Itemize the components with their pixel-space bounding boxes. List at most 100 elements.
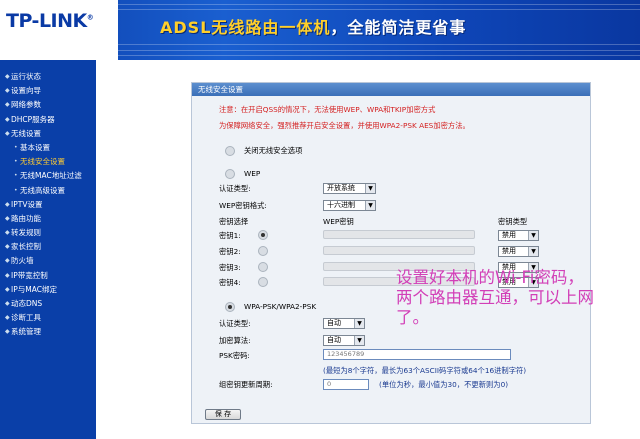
key-select-header: 密钥选择 [219,217,249,226]
wep-label: WEP [244,169,261,178]
chevron-down-icon: ▼ [528,231,538,240]
encryption-select[interactable]: 自动 ▼ [323,335,365,346]
sidebar-item-label: 家长控制 [11,242,41,252]
sidebar-item-11[interactable]: ◆ 转发规则 [0,226,96,240]
radio-wep[interactable] [225,169,235,179]
bullet-icon: ◆ [5,73,10,80]
logo: TP-LINK® [0,0,118,60]
chevron-down-icon: ▼ [354,336,364,345]
wireless-security-panel: 无线安全设置 注意：在开启QSS的情况下，无法使用WEP、WPA和TKIP加密方… [191,82,591,424]
sidebar-item-label: 动态DNS [11,299,43,308]
sidebar-item-label: 无线MAC地址过滤 [20,171,82,181]
sidebar-item-label: IP带宽控制 [11,270,48,280]
security-recommendation: 为保障网络安全，强烈推荐开启安全设置，并使用WPA2-PSK AES加密方法。 [219,121,470,130]
sidebar-item-label: 无线设置 [11,128,41,138]
bullet-icon: ◆ [5,101,10,109]
chevron-down-icon: ▼ [365,184,375,193]
banner-slogan: ADSL无线路由一体机，全能简洁更省事 [160,18,467,37]
sidebar-item-7[interactable]: • 无线MAC地址过滤 [0,169,96,183]
sidebar-item-3[interactable]: ◆ DHCP服务器 [0,113,96,127]
key-radio-3[interactable] [258,262,268,272]
sidebar-item-label: 路由功能 [11,213,41,223]
sidebar-item-0[interactable]: ◆ 运行状态 [0,70,96,84]
sidebar-item-label: IPTV设置 [11,199,43,209]
key-label-1: 密钥1: [219,231,241,240]
sidebar-item-label: 无线安全设置 [20,157,65,167]
sidebar-item-12[interactable]: ◆ 家长控制 [0,240,96,254]
sidebar-item-label: DHCP服务器 [11,114,55,124]
key-label-4: 密钥4: [219,278,241,287]
chevron-down-icon: ▼ [365,201,375,210]
bullet-icon: ◆ [5,257,10,265]
radio-wpa-psk[interactable] [225,302,235,312]
header: TP-LINK® ADSL无线路由一体机，全能简洁更省事 [0,0,640,60]
sidebar-item-label: 网络参数 [11,100,41,110]
key-radio-1[interactable] [258,230,268,240]
sidebar-item-9[interactable]: ◆ IPTV设置 [0,198,96,212]
sidebar-item-label: 设置向导 [11,86,41,96]
annotation-overlay: 设置好本机的Wi-Fi密码，两个路由器互通，可以上网了。 [396,268,594,327]
bullet-icon: ◆ [5,214,10,222]
sidebar-item-13[interactable]: ◆ 防火墙 [0,254,96,268]
key-type-select-2[interactable]: 禁用 ▼ [498,246,539,257]
key-radio-2[interactable] [258,246,268,256]
wpa-psk-label: WPA-PSK/WPA2-PSK [244,302,317,311]
sidebar-item-16[interactable]: ◆ 动态DNS [0,297,96,311]
psk-hint: (最短为8个字符，最长为63个ASCII码字符或64个16进制字符) [323,366,527,375]
bullet-icon: ◆ [5,129,10,137]
bullet-icon: • [14,186,18,194]
sidebar-item-1[interactable]: ◆ 设置向导 [0,84,96,98]
sidebar-item-15[interactable]: ◆ IP与MAC绑定 [0,283,96,297]
key-radio-4[interactable] [258,277,268,287]
radio-disable-security[interactable] [225,146,235,156]
wep-format-select[interactable]: 十六进制 ▼ [323,200,376,211]
wep-key-header: WEP密钥 [323,217,354,226]
bullet-icon: ◆ [5,200,10,208]
key-type-select-1[interactable]: 禁用 ▼ [498,230,539,241]
key-label-3: 密钥3: [219,263,241,272]
group-key-renew-label: 组密钥更新周期: [219,380,273,389]
group-key-renew-input[interactable]: 0 [323,379,369,390]
wep-key-field-1[interactable] [323,230,475,239]
sidebar-item-label: 系统管理 [11,327,41,337]
key-label-2: 密钥2: [219,247,241,256]
sidebar-item-label: 转发规则 [11,228,41,238]
bullet-icon: ◆ [5,285,10,293]
encryption-label: 加密算法: [219,336,251,345]
sidebar-item-14[interactable]: ◆ IP带宽控制 [0,269,96,283]
wep-format-label: WEP密钥格式: [219,201,267,210]
sidebar: ◆ 运行状态 ◆ 设置向导 ◆ 网络参数 ◆ DHCP服务器 ◆ 无线设置 • 基本设置 • 无线安全设置… [0,60,96,439]
wep-key-field-2[interactable] [323,246,475,255]
bullet-icon: ◆ [5,243,10,251]
sidebar-item-label: IP与MAC绑定 [11,284,57,294]
bullet-icon: • [14,172,18,180]
qss-note: 注意：在开启QSS的情况下，无法使用WEP、WPA和TKIP加密方式 [219,105,436,114]
sidebar-item-17[interactable]: ◆ 诊断工具 [0,311,96,325]
wpa-auth-type-select[interactable]: 自动 ▼ [323,318,365,329]
sidebar-item-4[interactable]: ◆ 无线设置 [0,127,96,141]
bullet-icon: ◆ [5,300,10,307]
panel-title: 无线安全设置 [192,83,590,96]
bullet-icon: ◆ [5,314,10,322]
sidebar-item-10[interactable]: ◆ 路由功能 [0,212,96,226]
save-button[interactable]: 保 存 [205,409,241,420]
sidebar-item-8[interactable]: • 无线高级设置 [0,184,96,198]
bullet-icon: ◆ [5,271,10,279]
bullet-icon: ◆ [5,115,10,123]
main-content: 无线安全设置 注意：在开启QSS的情况下，无法使用WEP、WPA和TKIP加密方… [96,60,640,439]
sidebar-item-label: 运行状态 [11,72,41,81]
bullet-icon: ◆ [5,87,10,95]
sidebar-item-18[interactable]: ◆ 系统管理 [0,325,96,339]
wpa-auth-type-label: 认证类型: [219,319,251,328]
group-key-renew-hint: (单位为秒，最小值为30，不更新则为0) [379,380,509,389]
sidebar-item-5[interactable]: • 基本设置 [0,141,96,155]
bullet-icon: ◆ [5,328,10,336]
auth-type-select[interactable]: 开放系统 ▼ [323,183,376,194]
sidebar-item-6[interactable]: • 无线安全设置 [0,155,96,169]
chevron-down-icon: ▼ [354,319,364,328]
bullet-icon: ◆ [5,229,10,237]
bullet-icon: • [14,143,18,151]
sidebar-item-2[interactable]: ◆ 网络参数 [0,98,96,112]
psk-password-input[interactable]: 123456789 [323,349,511,360]
sidebar-item-label: 基本设置 [20,142,50,152]
